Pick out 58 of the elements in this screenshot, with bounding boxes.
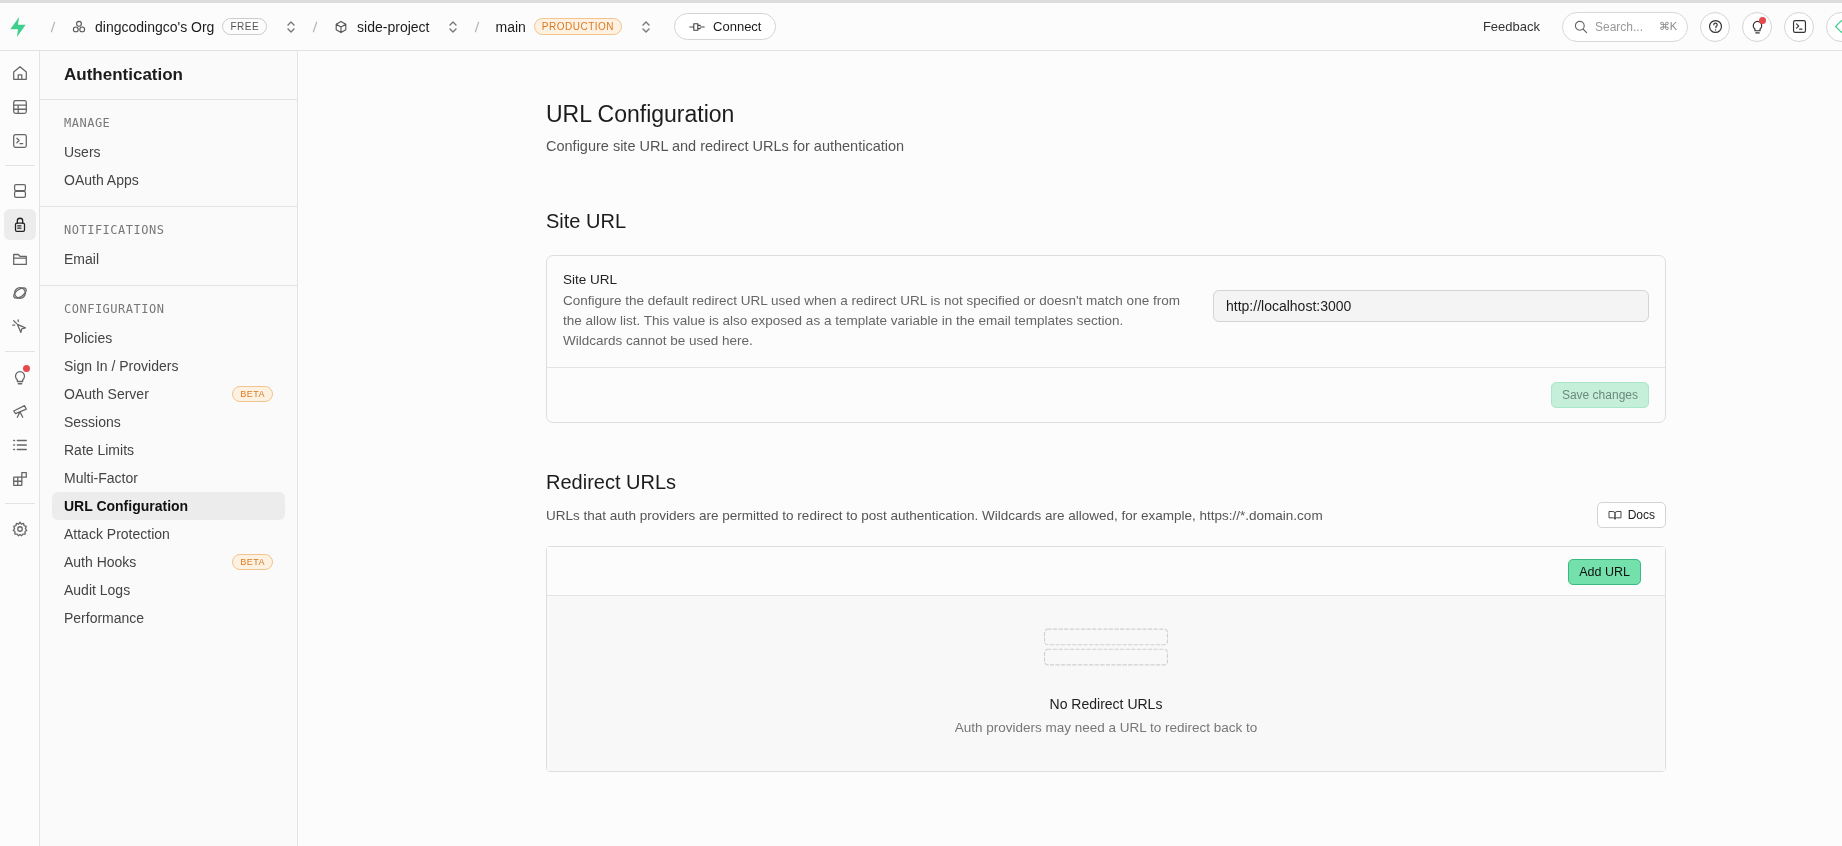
sidebar-item[interactable]: OAuth Server BETA xyxy=(52,380,285,408)
sidebar-item[interactable]: Auth Hooks BETA xyxy=(52,548,285,576)
home-icon xyxy=(10,63,29,82)
blocks-icon xyxy=(10,469,29,488)
sidebar-item[interactable]: Sign In / Providers xyxy=(52,352,285,380)
book-icon xyxy=(1607,508,1622,522)
site-url-input[interactable]: http://localhost:3000 xyxy=(1213,290,1649,322)
icon-button[interactable] xyxy=(1700,11,1730,42)
breadcrumb-link[interactable]: dingcodingco's Org xyxy=(95,18,215,35)
page-title: URL Configuration xyxy=(546,101,736,128)
sidebar-item[interactable]: Audit Logs xyxy=(52,576,285,604)
settings-icon xyxy=(10,519,29,538)
sidebar-item[interactable]: Performance xyxy=(52,604,285,632)
add-url-button[interactable]: Add URL xyxy=(1568,559,1641,585)
table-icon xyxy=(10,97,29,116)
sidebar-item[interactable]: Attack Protection xyxy=(52,520,285,548)
plan-badge: PRODUCTION xyxy=(533,18,623,35)
feedback-button[interactable]: Feedback xyxy=(1476,18,1546,35)
section-description: URLs that auth providers are permitted to redirect to post authentication. Wildcards are allowed, for example, https://*.domain.com xyxy=(546,507,1323,523)
empty-title: No Redirect URLs xyxy=(1049,696,1163,712)
section-title: Site URL xyxy=(546,210,628,233)
beta-badge: BETA xyxy=(232,386,273,402)
sidebar-item[interactable]: Email xyxy=(52,245,285,273)
docs-button[interactable]: Docs xyxy=(1596,502,1666,528)
terminal-icon xyxy=(1790,18,1808,35)
field-description: Configure the default redirect URL used when a redirect URL is not specified or doesn't match one from the allow list. This value is also exposed as a template variable in the email templates section. Wildcards cannot be used here. xyxy=(563,292,1181,350)
org-icon xyxy=(71,18,87,35)
search-icon xyxy=(1573,18,1589,35)
sidebar-item[interactable]: Users xyxy=(52,138,285,166)
connect-button[interactable]: Connect xyxy=(674,13,777,40)
sidebar-title: Authentication xyxy=(64,65,183,85)
empty-message: Auth providers may need a URL to redirect back to xyxy=(954,720,1258,735)
plug-icon xyxy=(689,21,706,32)
section-heading: CONFIGURATION xyxy=(63,302,166,318)
page-subtitle: Configure site URL and redirect URLs for authentication xyxy=(546,138,906,154)
nav-icon-button[interactable] xyxy=(3,209,36,240)
sidebar-item[interactable]: URL Configuration xyxy=(52,492,285,520)
icon-button[interactable] xyxy=(1784,11,1814,42)
help-icon xyxy=(1706,18,1724,35)
terminal-icon xyxy=(10,131,29,150)
sidebar-item[interactable]: Sessions xyxy=(52,408,285,436)
shortcut-hint: ⌘K xyxy=(1658,19,1677,33)
field-label: Site URL xyxy=(563,272,619,287)
notification-dot xyxy=(22,365,30,372)
breadcrumb-link[interactable]: main xyxy=(495,18,526,35)
sidebar-item[interactable]: OAuth Apps xyxy=(52,166,285,194)
notification-dot xyxy=(1759,16,1766,24)
cursor-icon xyxy=(10,317,29,336)
section-heading: MANAGE xyxy=(63,116,112,132)
section-title: Redirect URLs xyxy=(546,471,678,494)
beta-badge: BETA xyxy=(232,554,273,570)
section-heading: NOTIFICATIONS xyxy=(63,223,166,239)
sidebar-item[interactable]: Rate Limits xyxy=(52,436,285,464)
sidebar-item[interactable]: Multi-Factor xyxy=(52,464,285,492)
empty-list-icon xyxy=(1041,628,1171,666)
breadcrumb-link[interactable]: side-project xyxy=(357,18,430,35)
sidebar-item[interactable]: Policies xyxy=(52,324,285,352)
icon-button[interactable] xyxy=(1742,11,1772,42)
